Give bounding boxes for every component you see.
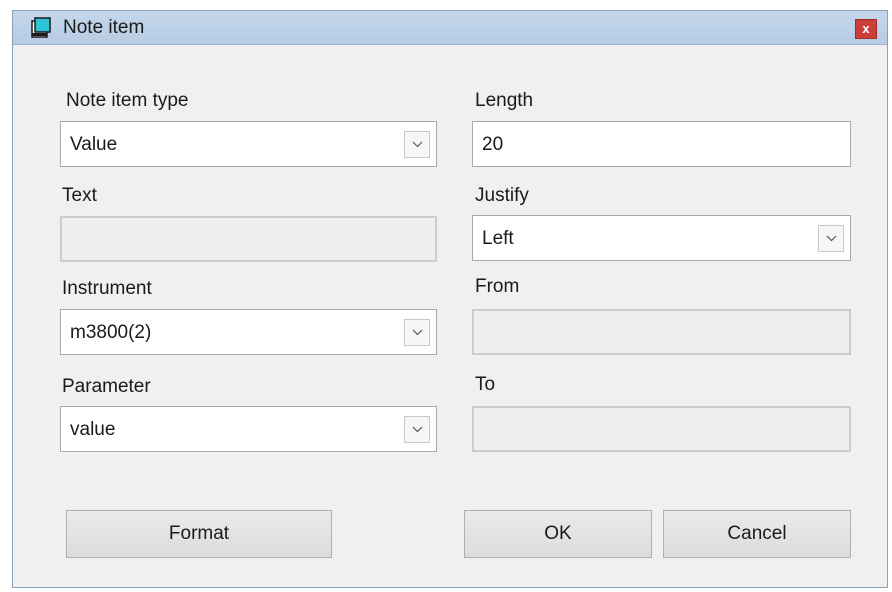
length-label: Length <box>475 90 534 111</box>
from-field <box>472 309 851 355</box>
notepad-icon <box>29 17 53 39</box>
instrument-value: m3800(2) <box>70 322 152 343</box>
note-item-type-value: Value <box>70 134 118 155</box>
justify-select[interactable]: Left <box>472 215 851 261</box>
justify-value: Left <box>482 228 514 249</box>
chevron-down-icon[interactable] <box>404 416 430 443</box>
note-item-type-select[interactable]: Value <box>60 121 437 167</box>
text-label: Text <box>62 185 97 206</box>
ok-button[interactable]: OK <box>464 510 652 558</box>
length-input[interactable]: 20 <box>472 121 851 167</box>
close-button[interactable]: x <box>855 19 877 39</box>
format-button[interactable]: Format <box>66 510 332 558</box>
parameter-label: Parameter <box>62 376 151 397</box>
chevron-down-icon[interactable] <box>404 131 430 158</box>
parameter-value: value <box>70 419 116 440</box>
parameter-select[interactable]: value <box>60 406 437 452</box>
note-item-dialog: Note item x Note item type Value Text In… <box>12 10 888 588</box>
note-item-type-label: Note item type <box>66 90 189 111</box>
to-label: To <box>475 374 496 395</box>
chevron-down-icon[interactable] <box>404 319 430 346</box>
instrument-label: Instrument <box>62 278 152 299</box>
length-value: 20 <box>482 134 504 155</box>
text-field <box>60 216 437 262</box>
instrument-select[interactable]: m3800(2) <box>60 309 437 355</box>
chevron-down-icon[interactable] <box>818 225 844 252</box>
cancel-button[interactable]: Cancel <box>663 510 851 558</box>
from-label: From <box>475 276 520 297</box>
title-bar[interactable]: Note item x <box>13 11 887 45</box>
to-field <box>472 406 851 452</box>
justify-label: Justify <box>475 185 529 206</box>
window-title: Note item <box>63 17 145 38</box>
